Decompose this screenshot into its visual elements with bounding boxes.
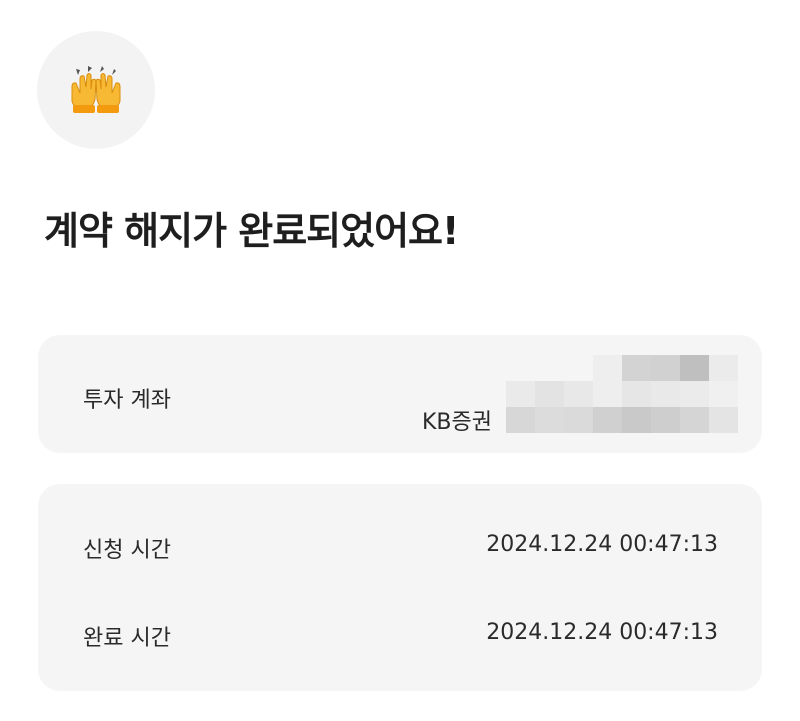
page-title: 계약 해지가 완료되었어요! xyxy=(44,209,459,253)
complete-time-label: 완료 시간 xyxy=(83,626,171,651)
complete-time-value: 2024.12.24 00:47:13 xyxy=(486,620,718,645)
emoji-badge xyxy=(37,31,155,149)
redacted-account-number xyxy=(506,355,738,435)
termination-complete-screen: 계약 해지가 완료되었어요! 투자 계좌 KB증권 신청 시간 2024.12.… xyxy=(0,0,800,721)
account-label: 투자 계좌 xyxy=(83,388,171,413)
account-card: 투자 계좌 KB증권 xyxy=(38,335,762,453)
request-time-label: 신청 시간 xyxy=(83,538,171,563)
times-card: 신청 시간 2024.12.24 00:47:13 완료 시간 2024.12.… xyxy=(38,484,762,691)
request-time-value: 2024.12.24 00:47:13 xyxy=(486,532,718,557)
raising-hands-icon xyxy=(71,66,121,113)
broker-name: KB증권 xyxy=(422,410,492,435)
